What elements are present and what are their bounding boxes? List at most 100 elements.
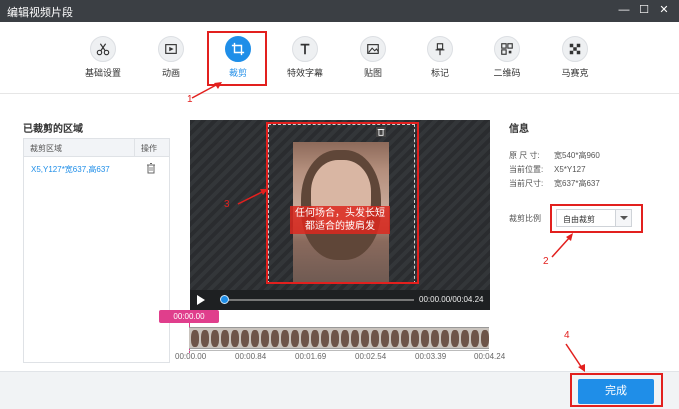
tool-label: 二维码 [493, 68, 521, 78]
tool-label: 特效字幕 [286, 68, 323, 78]
tool-label: 动画 [161, 68, 180, 78]
timecode: 00:00.00/00:04.24 [419, 295, 484, 304]
column-header-area: 裁剪区域 [30, 144, 62, 153]
original-size-row: 原 尺 寸: 宽540*高960 [509, 150, 600, 161]
filmstrip-frame [301, 330, 309, 347]
annotation-label-2: 2 [543, 256, 549, 267]
close-button[interactable]: ✕ [657, 3, 671, 17]
column-divider [134, 139, 135, 157]
tool-qrcode[interactable]: 二维码 [477, 36, 537, 79]
tick-label: 00:02.54 [355, 352, 387, 361]
filmstrip-frame [481, 330, 489, 347]
info-panel: 信息 原 尺 寸: 宽540*高960 当前位置: X5*Y127 当前尺寸: 宽63… [509, 120, 669, 188]
tick-label: 00:00.00 [175, 352, 207, 361]
filmstrip-frame [251, 330, 259, 347]
timeline: 00:00.00 00:00.00 00:00.84 00:01.69 00:0… [159, 308, 520, 370]
cropped-areas-table: 裁剪区域 操作 X5,Y127*宽637,高637 [23, 138, 170, 363]
title-bar: 编辑视频片段 — ☐ ✕ [0, 0, 679, 22]
filmstrip-frame [311, 330, 319, 347]
minimize-button[interactable]: — [617, 3, 631, 17]
filmstrip-frame [211, 330, 219, 347]
playhead-marker[interactable]: 00:00.00 [159, 310, 219, 323]
position-row: 当前位置: X5*Y127 [509, 164, 586, 175]
cropped-areas-panel: 已裁剪的区域 裁剪区域 操作 X5,Y127*宽637,高637 [0, 95, 182, 371]
seek-handle[interactable] [220, 295, 229, 304]
tick-label: 00:01.69 [295, 352, 327, 361]
position-value: X5*Y127 [554, 165, 586, 174]
original-size-label: 原 尺 寸: [509, 151, 540, 160]
image-icon [360, 36, 386, 62]
tool-mark[interactable]: 标记 [410, 36, 470, 79]
maximize-button[interactable]: ☐ [637, 3, 651, 17]
filmstrip-frame [331, 330, 339, 347]
mosaic-icon [562, 36, 588, 62]
filmstrip-frame [431, 330, 439, 347]
tool-sticker[interactable]: 贴图 [343, 36, 403, 79]
tool-label: 标记 [430, 68, 449, 78]
annotation-box-3 [266, 122, 419, 284]
tool-label: 马赛克 [561, 68, 589, 78]
annotation-arrow-2 [551, 233, 573, 258]
annotation-arrow-4 [565, 343, 585, 372]
position-label: 当前位置: [509, 165, 544, 174]
current-size-row: 当前尺寸: 宽637*高637 [509, 178, 600, 189]
tick-label: 00:00.84 [235, 352, 267, 361]
edit-toolbar: 基础设置 动画 裁剪 特效字幕 贴图 标记 二维码 马赛克 [0, 22, 679, 94]
filmstrip-frame [221, 330, 229, 347]
pin-icon [427, 36, 453, 62]
filmstrip-frame [241, 330, 249, 347]
text-icon [292, 36, 318, 62]
filmstrip-frame [411, 330, 419, 347]
info-title: 信息 [509, 124, 529, 135]
crop-area-value[interactable]: X5,Y127*宽637,高637 [31, 164, 110, 175]
original-size-value: 宽540*高960 [554, 151, 600, 160]
table-row[interactable]: X5,Y127*宽637,高637 [24, 157, 169, 181]
filmstrip-frame [371, 330, 379, 347]
annotation-box-2 [550, 204, 643, 233]
window-title: 编辑视频片段 [7, 7, 73, 19]
filmstrip-frame [381, 330, 389, 347]
filmstrip-frame [471, 330, 479, 347]
table-header: 裁剪区域 操作 [24, 139, 169, 157]
current-size-label: 当前尺寸: [509, 179, 544, 188]
tick-label: 00:03.39 [415, 352, 447, 361]
filmstrip-frame [201, 330, 209, 347]
annotation-arrow-3 [237, 189, 268, 205]
film-icon [158, 36, 184, 62]
player-controls: 00:00.00/00:04.24 [190, 290, 490, 310]
current-size-value: 宽637*高637 [554, 179, 600, 188]
filmstrip-frame [441, 330, 449, 347]
annotation-box-1 [207, 31, 267, 86]
tool-basic-settings[interactable]: 基础设置 [73, 36, 133, 79]
filmstrip-frame [461, 330, 469, 347]
column-header-action: 操作 [141, 144, 157, 153]
tool-animation[interactable]: 动画 [141, 36, 201, 79]
filmstrip-frame [421, 330, 429, 347]
filmstrip-frame [401, 330, 409, 347]
filmstrip-frame [191, 330, 199, 347]
annotation-box-4 [570, 373, 663, 407]
tool-label: 贴图 [363, 68, 382, 78]
trash-icon[interactable] [145, 162, 157, 174]
filmstrip-frame [351, 330, 359, 347]
annotation-label-3: 3 [224, 199, 230, 210]
crop-ratio-label: 裁剪比例 [509, 214, 541, 223]
tool-mosaic[interactable]: 马赛克 [545, 36, 605, 79]
scissors-icon [90, 36, 116, 62]
seek-bar[interactable] [222, 299, 414, 301]
play-icon[interactable] [197, 295, 205, 305]
filmstrip-frame [361, 330, 369, 347]
cropped-areas-title: 已裁剪的区域 [23, 124, 83, 135]
filmstrip-frame [261, 330, 269, 347]
tool-effect-subtitle[interactable]: 特效字幕 [275, 36, 335, 79]
annotation-arrow-1 [191, 82, 222, 99]
filmstrip-frame [341, 330, 349, 347]
filmstrip[interactable] [189, 327, 489, 349]
qrcode-icon [494, 36, 520, 62]
annotation-label-1: 1 [187, 94, 193, 105]
filmstrip-frame [291, 330, 299, 347]
filmstrip-frame [281, 330, 289, 347]
filmstrip-frame [271, 330, 279, 347]
filmstrip-frame [231, 330, 239, 347]
tick-label: 00:04.24 [474, 352, 506, 361]
